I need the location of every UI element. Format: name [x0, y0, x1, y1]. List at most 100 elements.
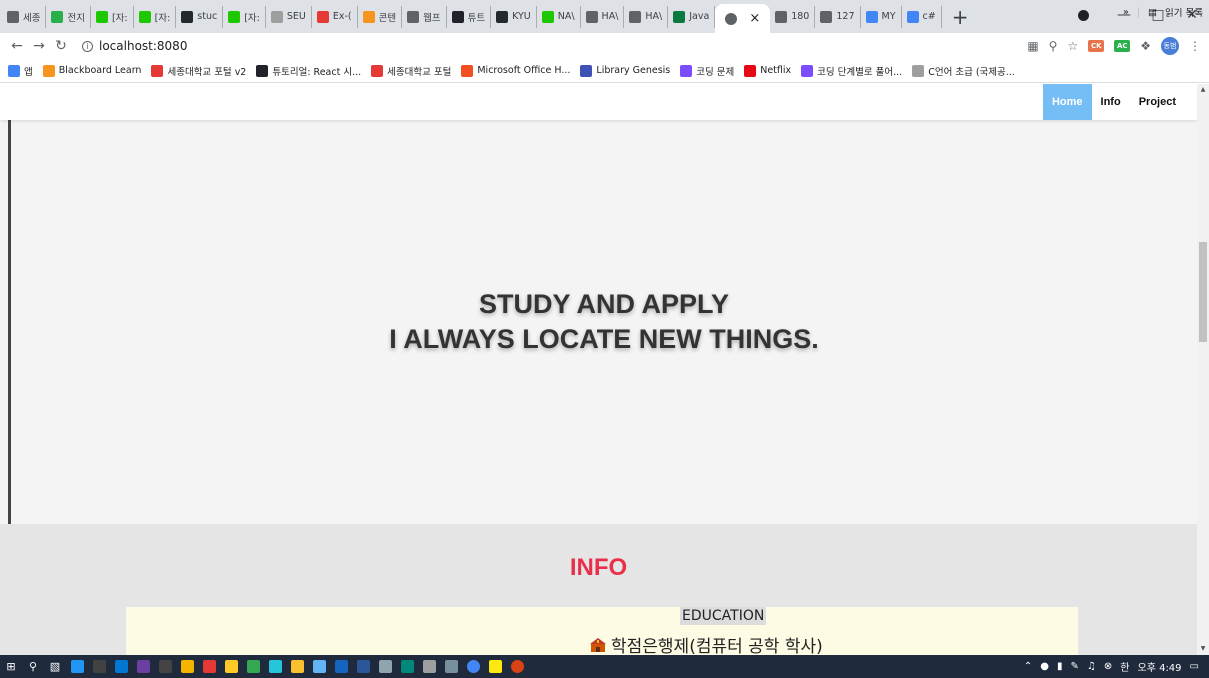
- ime-indicator[interactable]: 한: [1120, 659, 1129, 674]
- extension-2-icon[interactable]: AC: [1114, 40, 1131, 52]
- bookmark-item[interactable]: 튜토리얼: React 시...: [256, 64, 361, 78]
- notification-icon[interactable]: ▭: [1190, 661, 1199, 672]
- battery-icon[interactable]: ▮: [1057, 661, 1063, 672]
- site-info-icon[interactable]: i: [82, 40, 93, 52]
- browser-tab[interactable]: NA\: [537, 5, 581, 28]
- scroll-down-icon[interactable]: ▼: [1197, 643, 1209, 655]
- reload-icon[interactable]: ↻: [50, 38, 72, 54]
- education-card: EDUCATION 학점은행제(컴퓨터 공학 학사): [126, 607, 1078, 655]
- bookmark-item[interactable]: 세종대학교 포털: [371, 64, 451, 78]
- bookmark-item[interactable]: 코딩 단계별로 풀어...: [801, 64, 902, 78]
- browser-tab[interactable]: HA\: [581, 5, 625, 28]
- bookmark-label: 코딩 단계별로 풀어...: [817, 66, 903, 78]
- nav-home[interactable]: Home: [1042, 84, 1092, 120]
- bookmark-item[interactable]: 세종대학교 포털 v2: [151, 64, 246, 78]
- taskbar-app-icon[interactable]: [308, 655, 330, 678]
- browser-tab[interactable]: 127: [815, 5, 861, 28]
- browser-tab[interactable]: SEU: [266, 5, 312, 28]
- browser-tab[interactable]: 웹프: [402, 5, 447, 28]
- taskbar-app-icon[interactable]: [264, 655, 286, 678]
- back-icon[interactable]: ←: [6, 38, 28, 54]
- kakaotalk-taskbar-icon[interactable]: [484, 655, 506, 678]
- bookmark-star-icon[interactable]: ☆: [1067, 39, 1078, 53]
- taskbar-app-icon[interactable]: [352, 655, 374, 678]
- task-view-icon[interactable]: ▧: [44, 655, 66, 678]
- taskbar-app-icon[interactable]: [330, 655, 352, 678]
- page-scrollbar[interactable]: ▲ ▼: [1197, 84, 1209, 655]
- taskbar-app-icon[interactable]: [506, 655, 528, 678]
- forward-icon[interactable]: →: [28, 38, 50, 54]
- reading-list-icon[interactable]: ▤: [1148, 7, 1157, 18]
- browser-tab[interactable]: Java: [668, 5, 716, 28]
- taskbar-app-icon[interactable]: [220, 655, 242, 678]
- bookmark-item[interactable]: 코딩 문제: [680, 64, 734, 78]
- bookmark-item[interactable]: Blackboard Learn: [42, 64, 141, 77]
- profile-indicator-icon[interactable]: [1078, 9, 1089, 21]
- page-viewport: STUDY AND APPLY I ALWAYS LOCATE NEW THIN…: [0, 84, 1197, 655]
- active-browser-tab[interactable]: ×: [715, 4, 771, 33]
- taskbar-app-icon[interactable]: [132, 655, 154, 678]
- taskbar-app-icon[interactable]: [198, 655, 220, 678]
- bookmark-item[interactable]: Library Genesis: [580, 64, 670, 77]
- browser-tab[interactable]: 튜트: [447, 5, 492, 28]
- address-text[interactable]: localhost:8080: [99, 39, 187, 53]
- pen-icon[interactable]: ✎: [1071, 661, 1079, 672]
- bookmark-item[interactable]: C언어 초급 (국제공...: [912, 64, 1015, 78]
- taskbar-app-icon[interactable]: [374, 655, 396, 678]
- clock[interactable]: 오후 4:49: [1138, 659, 1182, 674]
- taskbar-app-icon[interactable]: [176, 655, 198, 678]
- zoom-icon[interactable]: ⚲: [1049, 39, 1058, 53]
- scroll-thumb[interactable]: [1199, 242, 1207, 342]
- taskbar-app-icon[interactable]: [154, 655, 176, 678]
- taskbar-app-icon[interactable]: [396, 655, 418, 678]
- browser-tab[interactable]: HA\: [624, 5, 669, 28]
- taskbar-app-icon[interactable]: [440, 655, 462, 678]
- browser-tab[interactable]: [자:: [134, 5, 177, 28]
- extension-1-icon[interactable]: CK: [1088, 40, 1105, 52]
- avatar[interactable]: 동범: [1161, 37, 1179, 55]
- tab-label: 전지: [67, 12, 85, 24]
- taskbar-app-icon[interactable]: [66, 655, 88, 678]
- bookmarks-overflow-icon[interactable]: »: [1123, 7, 1129, 18]
- taskbar-app-icon[interactable]: [110, 655, 132, 678]
- nav-info[interactable]: Info: [1092, 84, 1130, 120]
- tab-favicon-icon: [629, 10, 642, 23]
- bookmark-label: Netflix: [760, 65, 792, 76]
- start-icon[interactable]: ⊞: [0, 655, 22, 678]
- browser-tab[interactable]: stuc: [176, 5, 224, 28]
- browser-tab[interactable]: 전지: [46, 5, 91, 28]
- menu-kebab-icon[interactable]: ⋮: [1189, 39, 1201, 53]
- browser-tab[interactable]: [자:: [91, 5, 134, 28]
- scroll-up-icon[interactable]: ▲: [1197, 84, 1209, 96]
- browser-tab[interactable]: 세종: [2, 5, 47, 28]
- taskbar-app-icon[interactable]: [418, 655, 440, 678]
- bookmark-item[interactable]: Netflix: [744, 64, 792, 77]
- address-bar[interactable]: i localhost:8080: [82, 39, 187, 53]
- taskbar-app-icon[interactable]: [242, 655, 264, 678]
- taskbar-app-icon[interactable]: [286, 655, 308, 678]
- volume-icon[interactable]: ♫: [1087, 661, 1096, 672]
- network-icon[interactable]: ⊗: [1104, 661, 1112, 672]
- bookmark-item[interactable]: Microsoft Office H...: [461, 64, 570, 77]
- reading-list-label[interactable]: 읽기 목록: [1165, 5, 1203, 19]
- taskbar-app-icon[interactable]: [88, 655, 110, 678]
- bookmark-item[interactable]: 앱: [8, 64, 33, 78]
- hero-line-2: I ALWAYS LOCATE NEW THINGS.: [389, 324, 819, 354]
- chrome-taskbar-icon[interactable]: [462, 655, 484, 678]
- tab-label: HA\: [645, 11, 663, 22]
- browser-tab[interactable]: 콘텐: [358, 5, 403, 28]
- browser-tab[interactable]: c#: [902, 5, 942, 28]
- browser-tab[interactable]: KYU: [491, 5, 537, 28]
- browser-tab[interactable]: MY: [861, 5, 902, 28]
- nav-project[interactable]: Project: [1130, 84, 1185, 120]
- extensions-puzzle-icon[interactable]: ❖: [1140, 39, 1151, 53]
- search-icon[interactable]: ⚲: [22, 655, 44, 678]
- browser-tab[interactable]: 180: [770, 5, 816, 28]
- microphone-icon[interactable]: ●: [1040, 661, 1049, 672]
- tray-chevron-icon[interactable]: ⌃: [1024, 661, 1032, 672]
- translate-icon[interactable]: ▦: [1027, 39, 1038, 53]
- browser-tab[interactable]: [자:: [223, 5, 266, 28]
- new-tab-button[interactable]: +: [942, 7, 979, 27]
- close-tab-icon[interactable]: ×: [749, 11, 760, 26]
- browser-tab[interactable]: Ex-(: [312, 5, 358, 28]
